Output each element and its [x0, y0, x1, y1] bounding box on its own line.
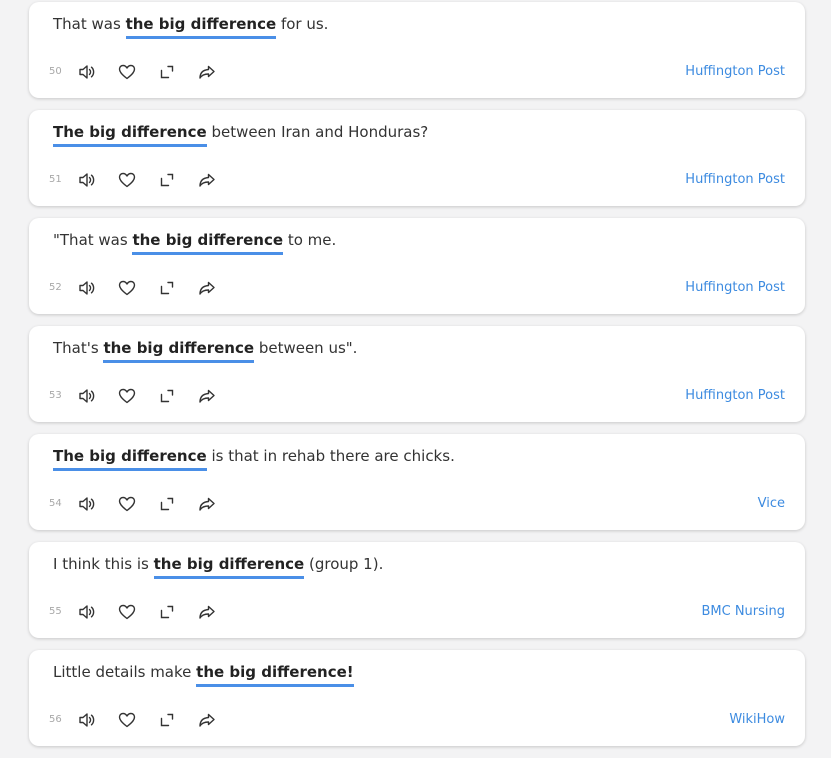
highlighted-phrase: The big difference [53, 123, 207, 147]
share-icon[interactable] [197, 386, 217, 406]
speaker-icon[interactable] [77, 386, 97, 406]
heart-icon[interactable] [117, 386, 137, 406]
speaker-icon[interactable] [77, 62, 97, 82]
expand-icon[interactable] [157, 278, 177, 298]
share-icon[interactable] [197, 278, 217, 298]
sentence-before: "That was [53, 231, 133, 249]
sentence-before: Little details make [53, 663, 197, 681]
sentence-after: between us". [254, 339, 358, 357]
expand-icon[interactable] [157, 170, 177, 190]
speaker-icon[interactable] [77, 278, 97, 298]
heart-icon[interactable] [117, 62, 137, 82]
source-link[interactable]: Huffington Post [685, 64, 785, 79]
share-icon[interactable] [197, 170, 217, 190]
example-card: Little details make the big difference! … [29, 650, 805, 746]
sentence-before: That's [53, 339, 104, 357]
highlighted-phrase: the big difference [153, 555, 305, 579]
highlighted-phrase: the big difference [103, 339, 255, 363]
example-sentence: Little details make the big difference! [53, 663, 354, 687]
sentence-after: between Iran and Honduras? [206, 123, 429, 141]
speaker-icon[interactable] [77, 710, 97, 730]
share-icon[interactable] [197, 494, 217, 514]
example-card: I think this is the big difference (grou… [29, 542, 805, 638]
source-link[interactable]: BMC Nursing [701, 604, 785, 619]
example-number: 51 [49, 174, 62, 185]
example-number: 56 [49, 714, 62, 725]
example-number: 52 [49, 282, 62, 293]
source-link[interactable]: Huffington Post [685, 388, 785, 403]
highlighted-phrase: the big difference! [196, 663, 354, 687]
example-sentence: "That was the big difference to me. [53, 231, 337, 255]
share-icon[interactable] [197, 710, 217, 730]
example-list: That was the big difference for us. 50 H… [29, 2, 805, 758]
example-card: That was the big difference for us. 50 H… [29, 2, 805, 98]
example-sentence: That was the big difference for us. [53, 15, 329, 39]
highlighted-phrase: the big difference [132, 231, 284, 255]
share-icon[interactable] [197, 602, 217, 622]
heart-icon[interactable] [117, 170, 137, 190]
expand-icon[interactable] [157, 710, 177, 730]
expand-icon[interactable] [157, 62, 177, 82]
heart-icon[interactable] [117, 710, 137, 730]
heart-icon[interactable] [117, 602, 137, 622]
source-link[interactable]: WikiHow [729, 712, 785, 727]
example-card: That's the big difference between us". 5… [29, 326, 805, 422]
example-sentence: That's the big difference between us". [53, 339, 358, 363]
heart-icon[interactable] [117, 494, 137, 514]
expand-icon[interactable] [157, 602, 177, 622]
sentence-after: (group 1). [304, 555, 384, 573]
highlighted-phrase: the big difference [125, 15, 277, 39]
example-card: The big difference between Iran and Hond… [29, 110, 805, 206]
source-link[interactable]: Vice [758, 496, 785, 511]
example-number: 53 [49, 390, 62, 401]
speaker-icon[interactable] [77, 602, 97, 622]
example-sentence: The big difference between Iran and Hond… [53, 123, 429, 147]
speaker-icon[interactable] [77, 170, 97, 190]
example-card: "That was the big difference to me. 52 H… [29, 218, 805, 314]
sentence-after: to me. [283, 231, 337, 249]
example-card: The big difference is that in rehab ther… [29, 434, 805, 530]
example-number: 54 [49, 498, 62, 509]
share-icon[interactable] [197, 62, 217, 82]
speaker-icon[interactable] [77, 494, 97, 514]
expand-icon[interactable] [157, 494, 177, 514]
sentence-after: for us. [276, 15, 329, 33]
heart-icon[interactable] [117, 278, 137, 298]
highlighted-phrase: The big difference [53, 447, 207, 471]
sentence-after: is that in rehab there are chicks. [206, 447, 455, 465]
example-sentence: The big difference is that in rehab ther… [53, 447, 455, 471]
source-link[interactable]: Huffington Post [685, 280, 785, 295]
sentence-before: That was [53, 15, 126, 33]
example-sentence: I think this is the big difference (grou… [53, 555, 384, 579]
source-link[interactable]: Huffington Post [685, 172, 785, 187]
sentence-before: I think this is [53, 555, 154, 573]
expand-icon[interactable] [157, 386, 177, 406]
example-number: 55 [49, 606, 62, 617]
example-number: 50 [49, 66, 62, 77]
